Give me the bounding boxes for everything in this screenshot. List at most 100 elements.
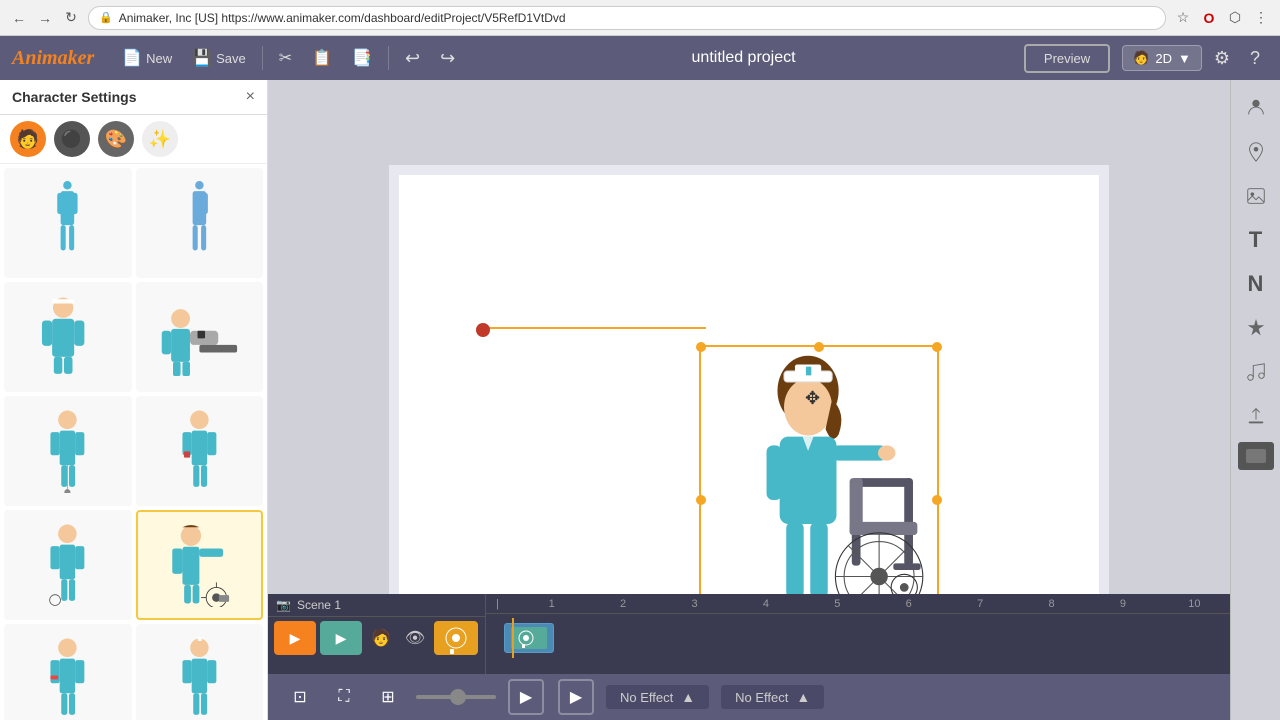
browser-bar: ← → ↻ 🔒 Animaker, Inc [US] https://www.a… <box>0 0 1280 36</box>
redo-button[interactable]: ↪ <box>432 44 463 73</box>
timeline-character-button[interactable]: 🧑 <box>366 623 396 653</box>
rotation-dot[interactable] <box>476 323 490 337</box>
person-button[interactable] <box>1238 90 1274 126</box>
separator-2 <box>388 46 389 70</box>
address-bar[interactable]: 🔒 Animaker, Inc [US] https://www.animake… <box>88 6 1166 30</box>
handle-middle-left[interactable] <box>696 495 706 505</box>
handle-middle-right[interactable] <box>932 495 942 505</box>
music-button[interactable] <box>1238 354 1274 390</box>
copy-button[interactable]: 📋 <box>304 44 340 72</box>
settings-button[interactable]: ⚙ <box>1206 44 1238 73</box>
handle-top-left[interactable] <box>696 342 706 352</box>
opera-button[interactable]: O <box>1198 7 1220 29</box>
ruler-3: 3 <box>659 598 730 610</box>
character-item-1[interactable] <box>4 168 132 278</box>
character-item-10[interactable] <box>136 624 264 720</box>
ruler-2: 2 <box>587 598 658 610</box>
image-button[interactable] <box>1238 178 1274 214</box>
close-button[interactable]: × <box>246 88 255 106</box>
upload-button[interactable] <box>1238 398 1274 434</box>
effect-2-up-icon: ▲ <box>796 689 810 705</box>
new-icon: 📄 <box>122 48 142 68</box>
refresh-button[interactable]: ↻ <box>60 7 82 29</box>
character-item-2[interactable] <box>136 168 264 278</box>
play-next-button[interactable]: ▶ <box>558 679 594 715</box>
new-label: New <box>146 51 172 66</box>
app-logo: Animaker <box>12 47 94 70</box>
preview-button[interactable]: Preview <box>1024 44 1110 73</box>
forward-button[interactable]: → <box>34 7 56 29</box>
expand-button[interactable]: ⊡ <box>284 681 316 713</box>
character-item-6[interactable] <box>136 396 264 506</box>
speed-slider[interactable] <box>416 695 496 699</box>
timeline-play2-button[interactable]: ▶ <box>320 621 362 655</box>
timeline-eye-button[interactable]: 👁 <box>400 623 430 653</box>
character-item-9[interactable] <box>4 624 132 720</box>
timeline-area: 📷 Scene 1 ▶ ▶ 🧑 👁 <box>268 594 1230 674</box>
timeline-track[interactable] <box>494 618 1222 658</box>
character-item-7[interactable] <box>4 510 132 620</box>
location-button[interactable] <box>1238 134 1274 170</box>
menu-button[interactable]: ⋮ <box>1250 7 1272 29</box>
effect-1-label[interactable]: No Effect ▲ <box>606 685 709 709</box>
timeline-controls: ▶ ▶ 🧑 👁 <box>268 617 485 659</box>
cut-icon: ✂ <box>279 48 292 68</box>
timeline-right[interactable]: | 1 2 3 4 5 6 7 8 9 10 <box>486 594 1230 674</box>
slider-thumb[interactable] <box>450 689 466 705</box>
panel-tabs: 🧑 ⚫ 🎨 ✨ <box>0 115 267 164</box>
bookmark-button[interactable]: ☆ <box>1172 7 1194 29</box>
character-item-8-selected[interactable] <box>136 510 264 620</box>
effects-button[interactable] <box>1238 310 1274 346</box>
lock-icon: 🔒 <box>99 11 113 24</box>
ruler-6: 6 <box>873 598 944 610</box>
rotation-line <box>486 327 706 329</box>
canvas-inner[interactable]: ✥ <box>399 175 1099 625</box>
mode-selector[interactable]: 🧑 2D ▼ <box>1122 45 1202 71</box>
panel-title: Character Settings <box>12 89 136 105</box>
text-button[interactable]: T <box>1238 222 1274 258</box>
left-panel: Character Settings × 🧑 ⚫ 🎨 ✨ <box>0 80 268 720</box>
paste-button[interactable]: 📑 <box>344 44 380 72</box>
playhead[interactable] <box>512 618 514 658</box>
extensions-button[interactable]: ⬡ <box>1224 7 1246 29</box>
handle-top-center[interactable] <box>814 342 824 352</box>
clip-inner <box>511 627 547 649</box>
character-item-5[interactable] <box>4 396 132 506</box>
back-button[interactable]: ← <box>8 7 30 29</box>
save-button[interactable]: 💾 Save <box>184 44 254 72</box>
save-label: Save <box>216 51 246 66</box>
ruler-8: 8 <box>1016 598 1087 610</box>
ruler-4: 4 <box>730 598 801 610</box>
character-item-4[interactable] <box>136 282 264 392</box>
ruler-5: 5 <box>802 598 873 610</box>
character-item-3[interactable] <box>4 282 132 392</box>
slider-track[interactable] <box>416 695 496 699</box>
n-button[interactable]: N <box>1238 266 1274 302</box>
paste-icon: 📑 <box>352 48 372 68</box>
app-toolbar: Animaker 📄 New 💾 Save ✂ 📋 📑 ↩ ↪ untitled… <box>0 36 1280 80</box>
background-button[interactable] <box>1238 442 1274 470</box>
canvas-workspace[interactable]: ✥ <box>389 165 1109 635</box>
grid-button[interactable]: ⊞ <box>372 681 404 713</box>
tab-wand[interactable]: ✨ <box>142 121 178 157</box>
effect-1-up-icon: ▲ <box>681 689 695 705</box>
canvas-area[interactable]: ✥ ⊡ ⛶ ⊞ ▶ ▶ No Effect ▲ No Effect ▲ <box>268 80 1230 720</box>
timeline-play-button[interactable]: ▶ <box>274 621 316 655</box>
play-button[interactable]: ▶ <box>508 679 544 715</box>
fullscreen-button[interactable]: ⛶ <box>328 681 360 713</box>
timeline-clip-button[interactable] <box>434 621 478 655</box>
mode-label: 2D <box>1155 51 1172 66</box>
handle-top-right[interactable] <box>932 342 942 352</box>
tab-head[interactable]: ⚫ <box>54 121 90 157</box>
nav-buttons: ← → ↻ <box>8 7 82 29</box>
main-layout: Character Settings × 🧑 ⚫ 🎨 ✨ <box>0 80 1280 720</box>
tab-palette[interactable]: 🎨 <box>98 121 134 157</box>
effect-2-label[interactable]: No Effect ▲ <box>721 685 824 709</box>
tab-character[interactable]: 🧑 <box>10 121 46 157</box>
undo-button[interactable]: ↩ <box>397 44 428 73</box>
playback-bar: ⊡ ⛶ ⊞ ▶ ▶ No Effect ▲ No Effect ▲ <box>268 674 1230 720</box>
new-button[interactable]: 📄 New <box>114 44 180 72</box>
help-button[interactable]: ? <box>1242 44 1268 73</box>
effect-2-text: No Effect <box>735 690 788 705</box>
cut-button[interactable]: ✂ <box>271 44 300 72</box>
